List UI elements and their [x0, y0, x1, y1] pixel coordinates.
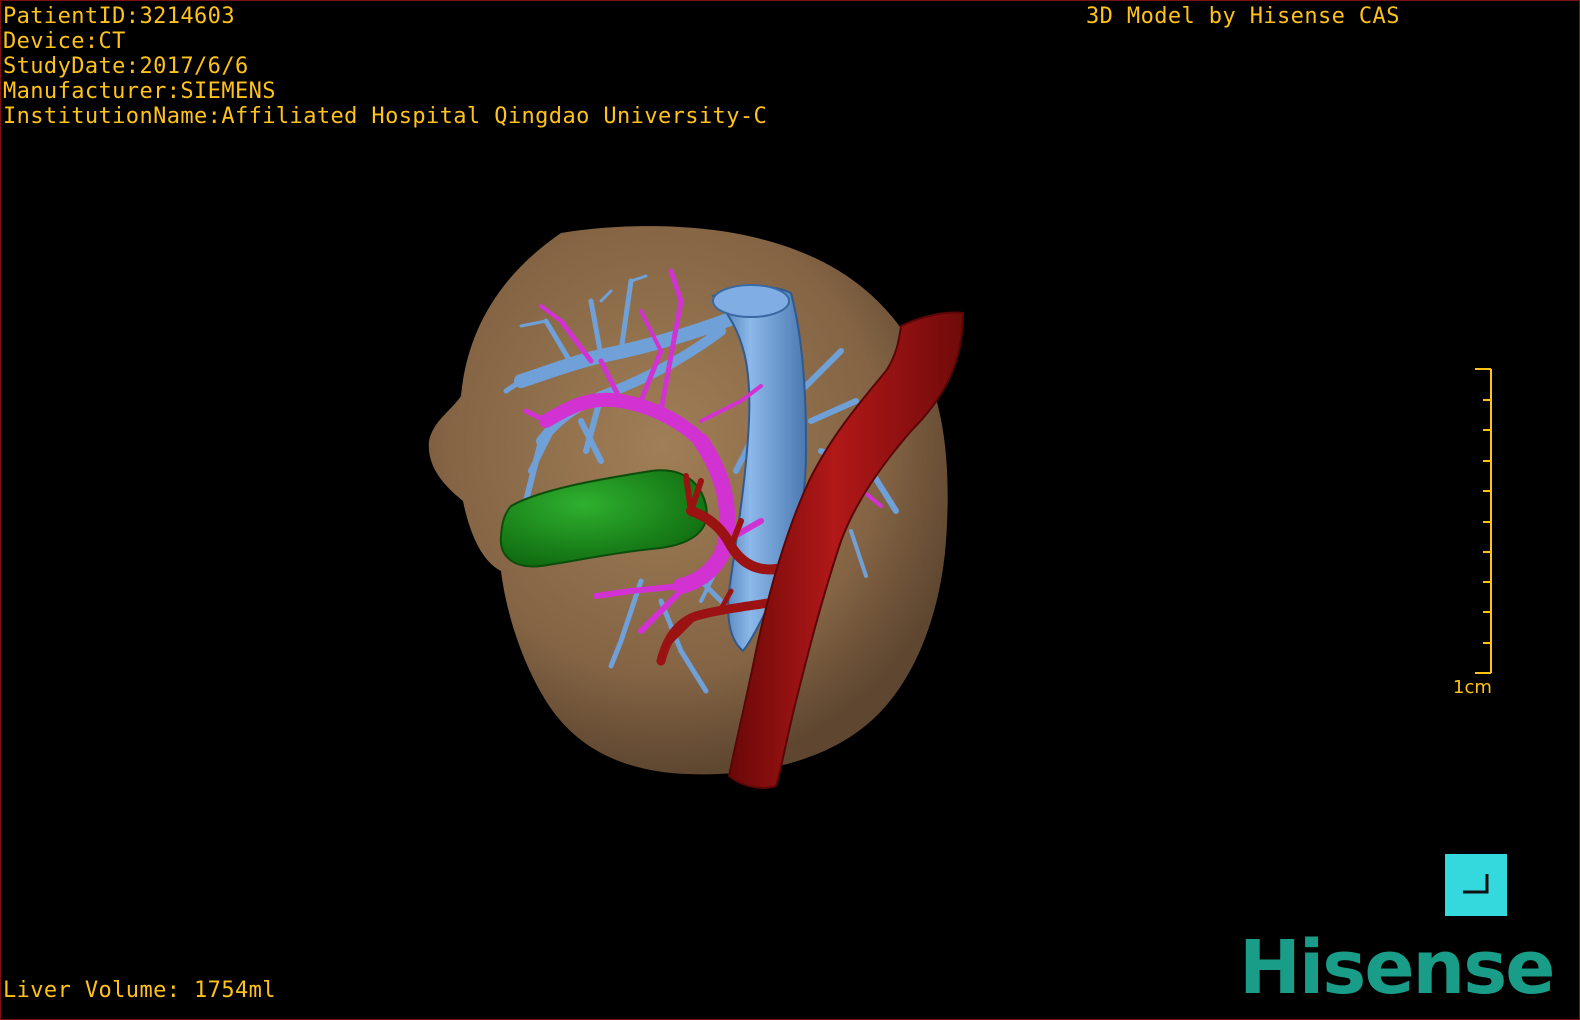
3d-liver-model[interactable] — [1, 1, 1579, 1019]
study-date-text: StudyDate:2017/6/6 — [3, 54, 249, 79]
layout-toggle-button[interactable] — [1445, 854, 1507, 916]
scale-label: 1cm — [1453, 677, 1492, 698]
3d-viewport[interactable]: PatientID:3214603 Device:CT StudyDate:2017… — [0, 0, 1580, 1020]
institution-name-text: InstitutionName:Affiliated Hospital Qing… — [3, 104, 768, 129]
hisense-logo: Hisense — [1239, 925, 1555, 1011]
patient-id-text: PatientID:3214603 — [3, 4, 235, 29]
model-credit-text: 3D Model by Hisense CAS — [1086, 4, 1400, 29]
patient-info-overlay: PatientID:3214603 Device:CT StudyDate:2017… — [3, 4, 767, 129]
corner-bracket-icon — [1463, 874, 1489, 894]
device-text: Device:CT — [3, 29, 126, 54]
ivc-top-cap — [712, 284, 790, 318]
manufacturer-text: Manufacturer:SIEMENS — [3, 79, 276, 104]
liver-volume-text: Liver Volume: 1754ml — [3, 978, 276, 1003]
scale-bar — [1475, 368, 1492, 674]
